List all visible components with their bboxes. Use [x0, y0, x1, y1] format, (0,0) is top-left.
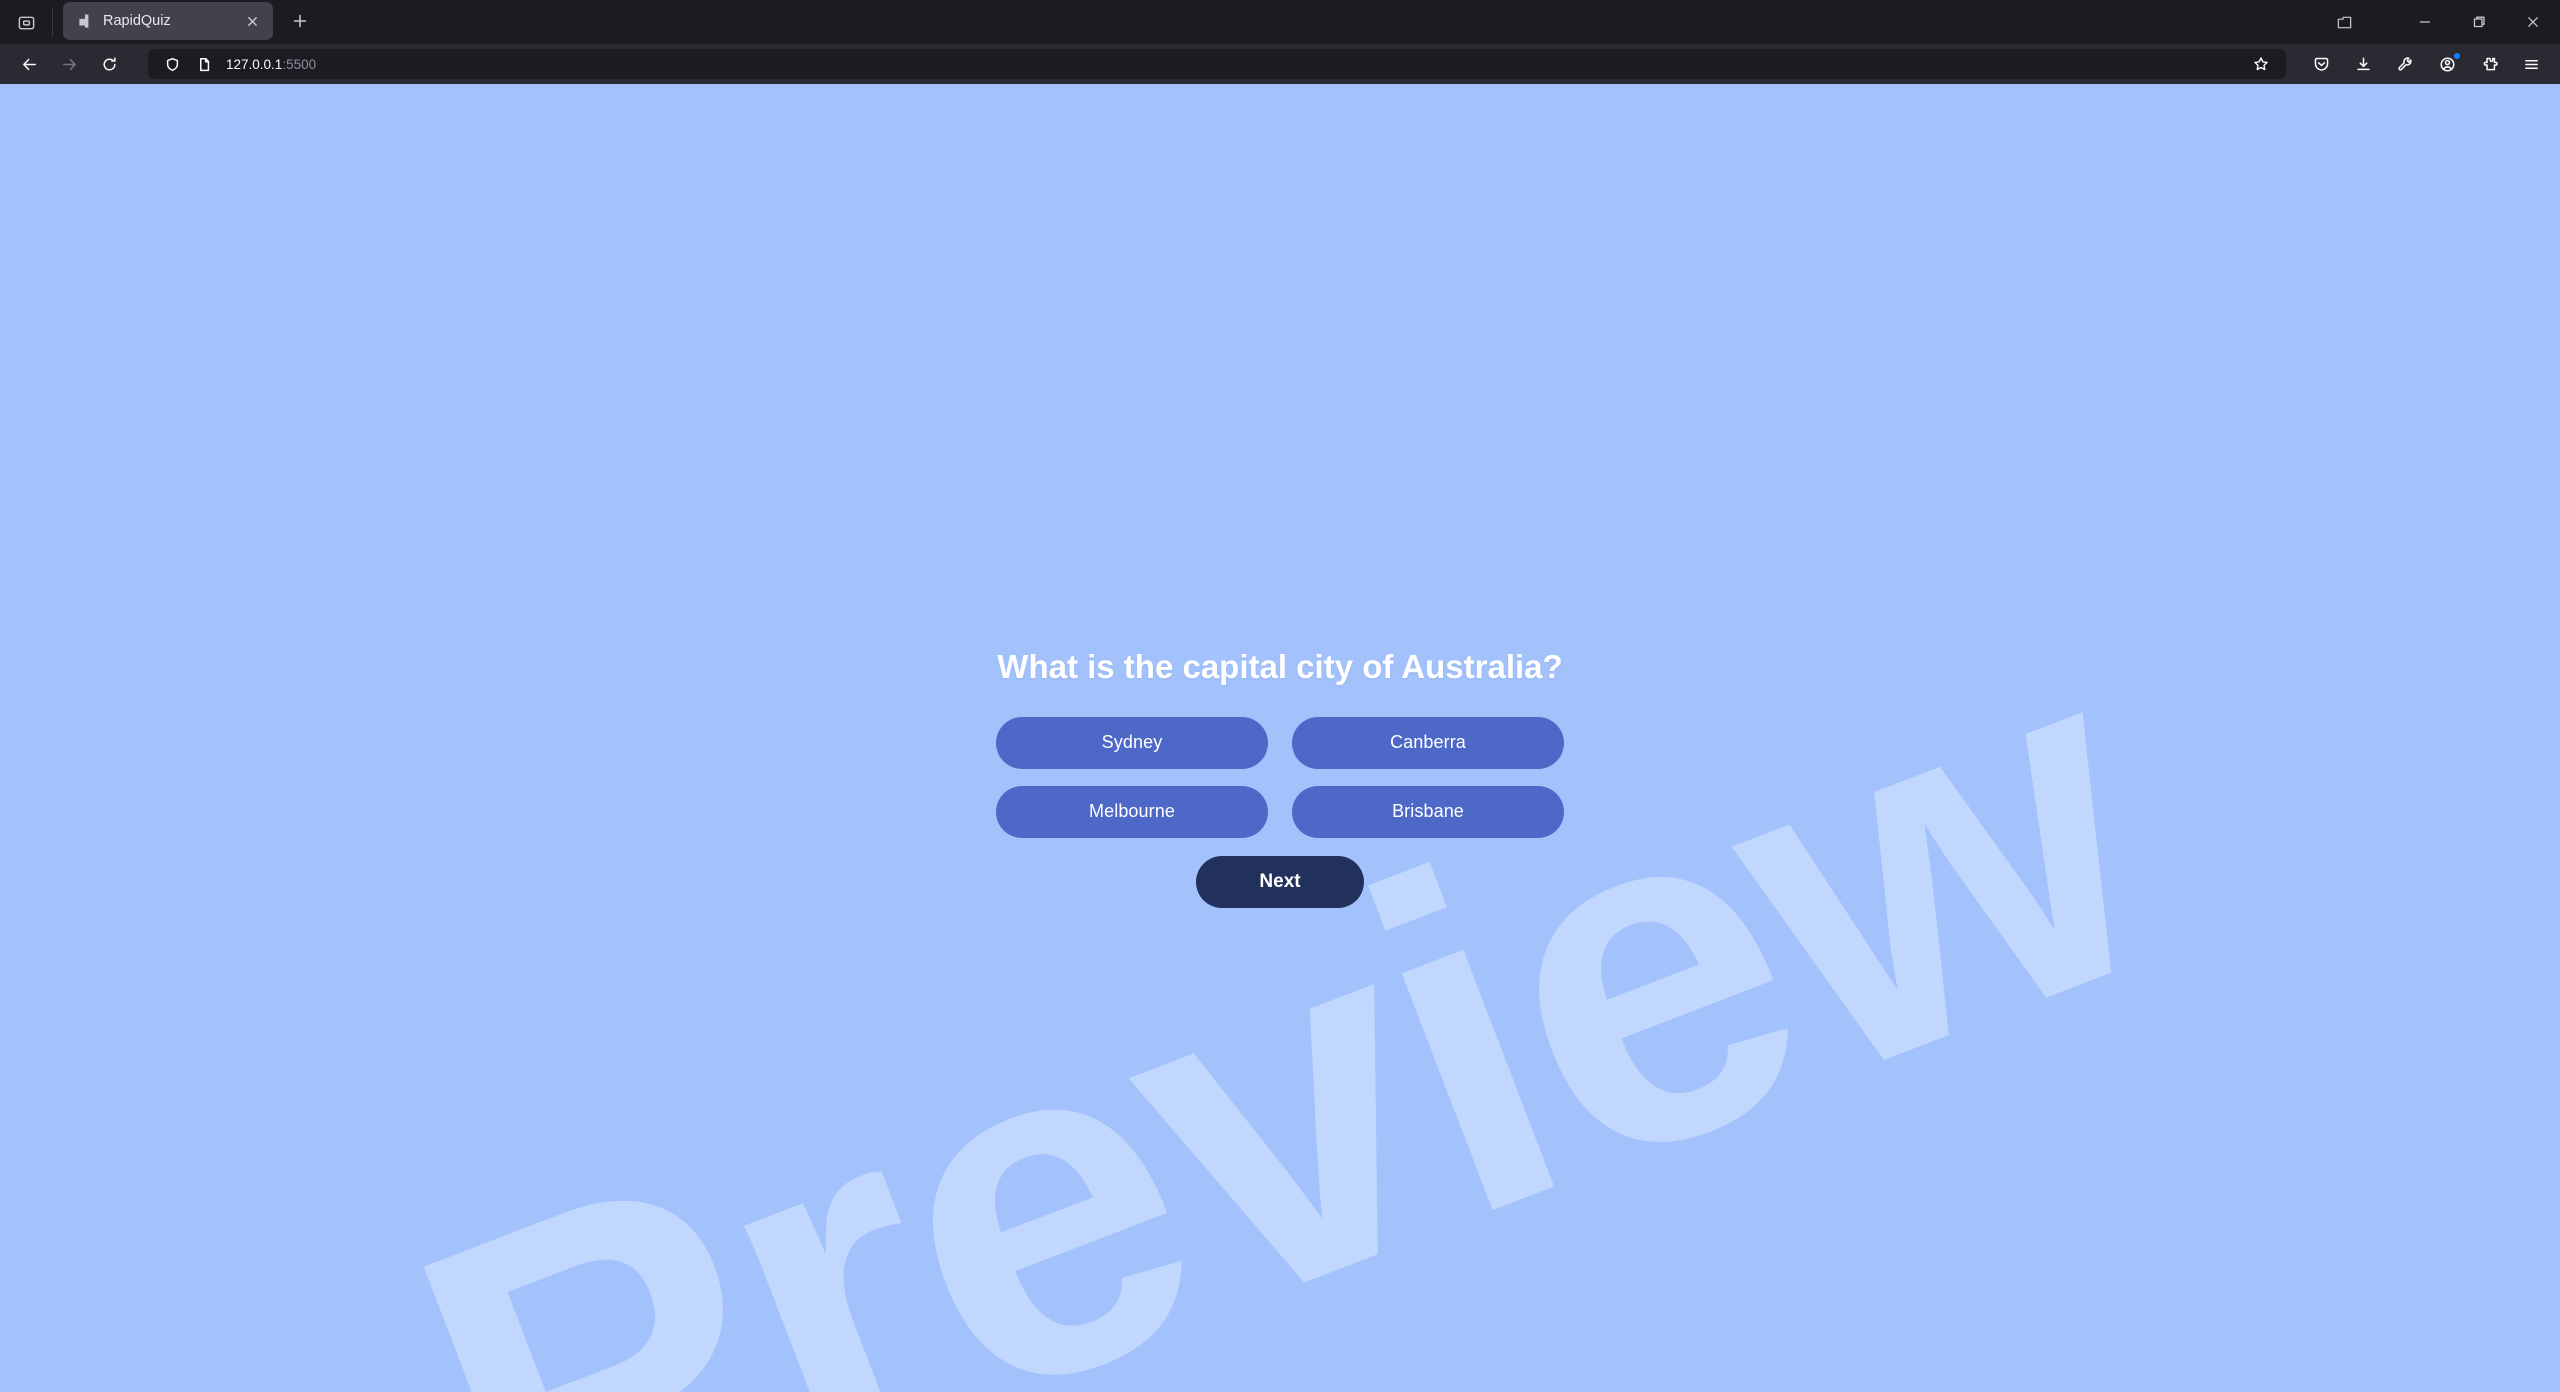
close-icon[interactable]	[239, 8, 265, 34]
save-to-pocket-icon[interactable]	[2302, 48, 2340, 80]
answer-option-canberra[interactable]: Canberra	[1292, 716, 1564, 769]
url-text: 127.0.0.1:5500	[226, 57, 2242, 72]
page-info-icon[interactable]	[190, 51, 218, 77]
back-button[interactable]	[10, 48, 48, 80]
window-controls	[2398, 0, 2560, 44]
question-text: What is the capital city of Australia?	[997, 648, 1563, 685]
tracking-protection-shield-icon[interactable]	[158, 51, 186, 77]
page-favicon: ■▌	[79, 14, 91, 28]
answer-option-brisbane[interactable]: Brisbane	[1292, 785, 1564, 838]
navigation-toolbar: 127.0.0.1:5500	[0, 44, 2560, 84]
firefox-view-button[interactable]	[0, 0, 52, 44]
tab-rapidquiz[interactable]: ■▌ RapidQuiz	[63, 2, 273, 40]
url-port: :5500	[282, 56, 317, 72]
reload-button[interactable]	[90, 48, 128, 80]
firefox-view-icon	[7, 3, 45, 41]
answer-option-sydney[interactable]: Sydney	[996, 716, 1268, 769]
next-button[interactable]: Next	[1196, 855, 1364, 908]
account-badge	[2453, 52, 2461, 60]
tab-title: RapidQuiz	[103, 13, 171, 29]
extensions-icon[interactable]	[2470, 48, 2508, 80]
app-menu-icon[interactable]	[2512, 48, 2550, 80]
minimize-button[interactable]	[2398, 0, 2452, 44]
wrench-icon[interactable]	[2386, 48, 2424, 80]
new-tab-button[interactable]	[281, 2, 319, 40]
browser-window: ■▌ RapidQuiz 127.0.0.1:5500 Preview What…	[0, 0, 2560, 1392]
quiz-card: What is the capital city of Australia? S…	[994, 647, 1566, 908]
account-icon[interactable]	[2428, 48, 2466, 80]
page-viewport: Preview What is the capital city of Aust…	[0, 84, 2560, 1392]
tabstrip-divider	[52, 8, 53, 36]
tab-strip: ■▌ RapidQuiz	[0, 0, 2560, 44]
maximize-button[interactable]	[2452, 0, 2506, 44]
tab-list: ■▌ RapidQuiz	[55, 0, 319, 44]
downloads-icon[interactable]	[2344, 48, 2382, 80]
list-all-tabs-button[interactable]	[2320, 0, 2368, 44]
answer-option-melbourne[interactable]: Melbourne	[996, 785, 1268, 838]
close-button[interactable]	[2506, 0, 2560, 44]
answer-options: Sydney Canberra Melbourne Brisbane	[996, 716, 1564, 838]
toolbar-actions	[2302, 48, 2550, 80]
bookmark-star-icon[interactable]	[2246, 51, 2276, 77]
url-bar[interactable]: 127.0.0.1:5500	[148, 49, 2286, 79]
url-host: 127.0.0.1	[226, 56, 283, 72]
forward-button[interactable]	[50, 48, 88, 80]
